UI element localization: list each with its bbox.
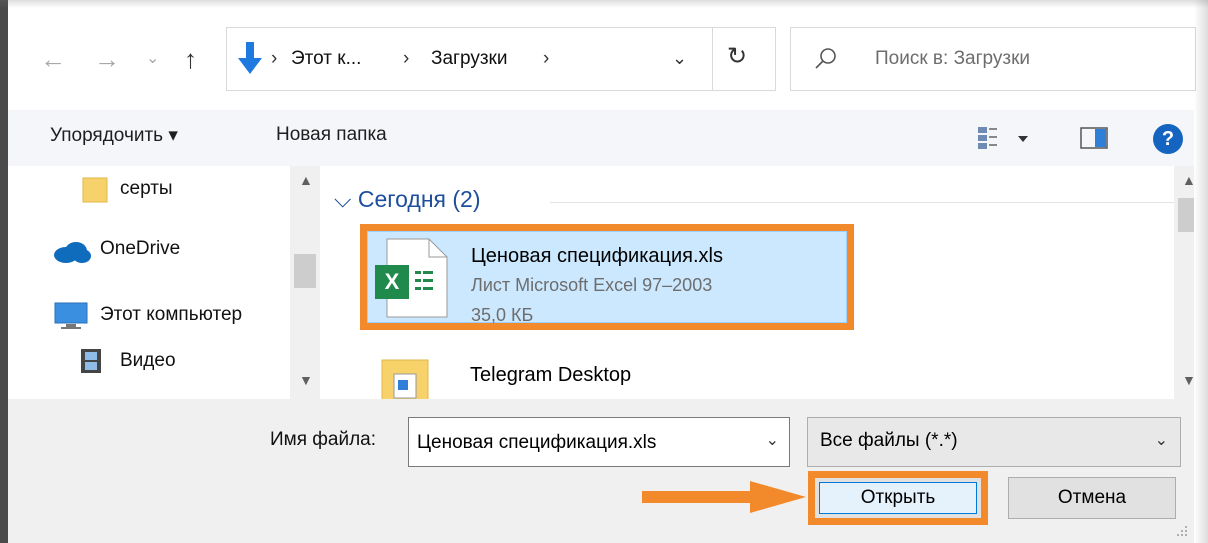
- nav-item-certs[interactable]: серты: [120, 178, 173, 200]
- dialog-shadow-top: [0, 0, 1208, 8]
- group-collapse-icon[interactable]: ⌵: [334, 186, 351, 212]
- filelist-scroll-thumb[interactable]: [1178, 198, 1194, 232]
- refresh-icon[interactable]: ↻: [727, 42, 747, 71]
- nav-item-this-pc[interactable]: Этот компьютер: [100, 304, 242, 326]
- command-toolbar: Упорядочить ▾ Новая папка ?: [8, 110, 1194, 166]
- group-divider: [550, 202, 1180, 203]
- forward-button[interactable]: →: [94, 44, 120, 74]
- address-row: ← → ⌄ ↑ › Этот к... › Загрузки › ⌄ ↻ Пои…: [8, 0, 1196, 110]
- computer-icon: [54, 302, 88, 329]
- help-icon[interactable]: ?: [1153, 124, 1183, 154]
- search-placeholder[interactable]: Поиск в: Загрузки: [875, 48, 1030, 70]
- new-folder-button[interactable]: Новая папка: [276, 124, 387, 146]
- group-header[interactable]: ⌵ Сегодня (2): [334, 186, 480, 213]
- breadcrumb-downloads[interactable]: Загрузки: [431, 48, 507, 70]
- file-item-selected[interactable]: X Ценовая спецификация.xls Лист Microsof…: [360, 224, 854, 330]
- nav-item-onedrive[interactable]: OneDrive: [100, 238, 180, 260]
- scroll-down-icon[interactable]: ▼: [299, 372, 313, 388]
- dialog-footer: Имя файла: Ценовая спецификация.xls ⌄ Вс…: [8, 399, 1194, 543]
- dialog-shadow-right: [1194, 0, 1208, 543]
- file-list: ⌵ Сегодня (2) X Ценовая спецификация.xls…: [320, 166, 1194, 399]
- preview-pane-icon[interactable]: [1080, 126, 1110, 152]
- breadcrumb-this-pc[interactable]: Этот к...: [291, 48, 361, 70]
- folder-icon: [381, 359, 429, 399]
- breadcrumb-separator[interactable]: ›: [403, 48, 409, 70]
- cancel-button[interactable]: Отмена: [1008, 477, 1176, 519]
- breadcrumb-separator[interactable]: ›: [543, 48, 549, 70]
- window-edge: [0, 0, 8, 543]
- filetype-value[interactable]: Все файлы (*.*): [820, 430, 958, 452]
- resize-grip-icon[interactable]: [1174, 523, 1188, 537]
- up-button[interactable]: ↑: [184, 44, 197, 74]
- address-bar[interactable]: › Этот к... › Загрузки › ⌄ ↻: [226, 27, 776, 91]
- open-button[interactable]: Открыть: [819, 482, 977, 514]
- group-header-label[interactable]: Сегодня (2): [358, 186, 481, 212]
- recent-locations-button[interactable]: ⌄: [146, 44, 159, 74]
- scroll-up-icon[interactable]: ▲: [299, 172, 313, 188]
- folder-name: Telegram Desktop: [470, 364, 632, 386]
- open-button-highlight: Открыть: [808, 471, 988, 525]
- filename-label: Имя файла:: [270, 429, 377, 450]
- scroll-down-icon[interactable]: ▼: [1182, 372, 1194, 388]
- address-divider: [712, 28, 713, 90]
- svg-text:X: X: [385, 269, 400, 294]
- downloads-arrow-icon: [238, 42, 262, 74]
- folder-icon: [82, 177, 108, 203]
- cloud-icon: [54, 242, 91, 263]
- navpane-scroll-thumb[interactable]: [294, 254, 316, 288]
- file-size: 35,0 КБ: [471, 305, 534, 325]
- video-icon: [81, 349, 101, 373]
- back-button[interactable]: ←: [40, 44, 66, 74]
- navigation-pane: серты OneDrive Этот компьютер Видео ▲ ▼: [8, 166, 320, 399]
- filelist-scrollbar[interactable]: ▲ ▼: [1174, 166, 1194, 399]
- folder-item[interactable]: Telegram Desktop: [372, 352, 832, 399]
- view-options-icon[interactable]: [976, 124, 1036, 154]
- file-name: Ценовая спецификация.xls: [471, 245, 723, 267]
- file-type: Лист Microsoft Excel 97–2003: [471, 275, 713, 295]
- breadcrumb-separator: ›: [271, 48, 278, 69]
- nav-item-video[interactable]: Видео: [120, 350, 176, 372]
- chevron-down-icon[interactable]: ⌄: [766, 430, 779, 450]
- filetype-select[interactable]: Все файлы (*.*) ⌄: [807, 417, 1181, 467]
- chevron-down-icon[interactable]: ⌄: [1155, 430, 1168, 450]
- filename-value[interactable]: Ценовая спецификация.xls: [417, 432, 656, 454]
- navpane-scrollbar[interactable]: ▲ ▼: [290, 166, 320, 399]
- organize-button[interactable]: Упорядочить ▾: [50, 124, 178, 147]
- search-box[interactable]: Поиск в: Загрузки: [790, 27, 1196, 91]
- annotation-arrow-icon: [642, 481, 806, 513]
- filename-input[interactable]: Ценовая спецификация.xls ⌄: [408, 417, 790, 467]
- scroll-up-icon[interactable]: ▲: [1182, 172, 1194, 188]
- address-dropdown-icon[interactable]: ⌄: [672, 48, 687, 69]
- file-open-dialog: ← → ⌄ ↑ › Этот к... › Загрузки › ⌄ ↻ Пои…: [0, 0, 1208, 543]
- search-icon: [815, 48, 836, 69]
- excel-file-icon: X: [375, 238, 448, 318]
